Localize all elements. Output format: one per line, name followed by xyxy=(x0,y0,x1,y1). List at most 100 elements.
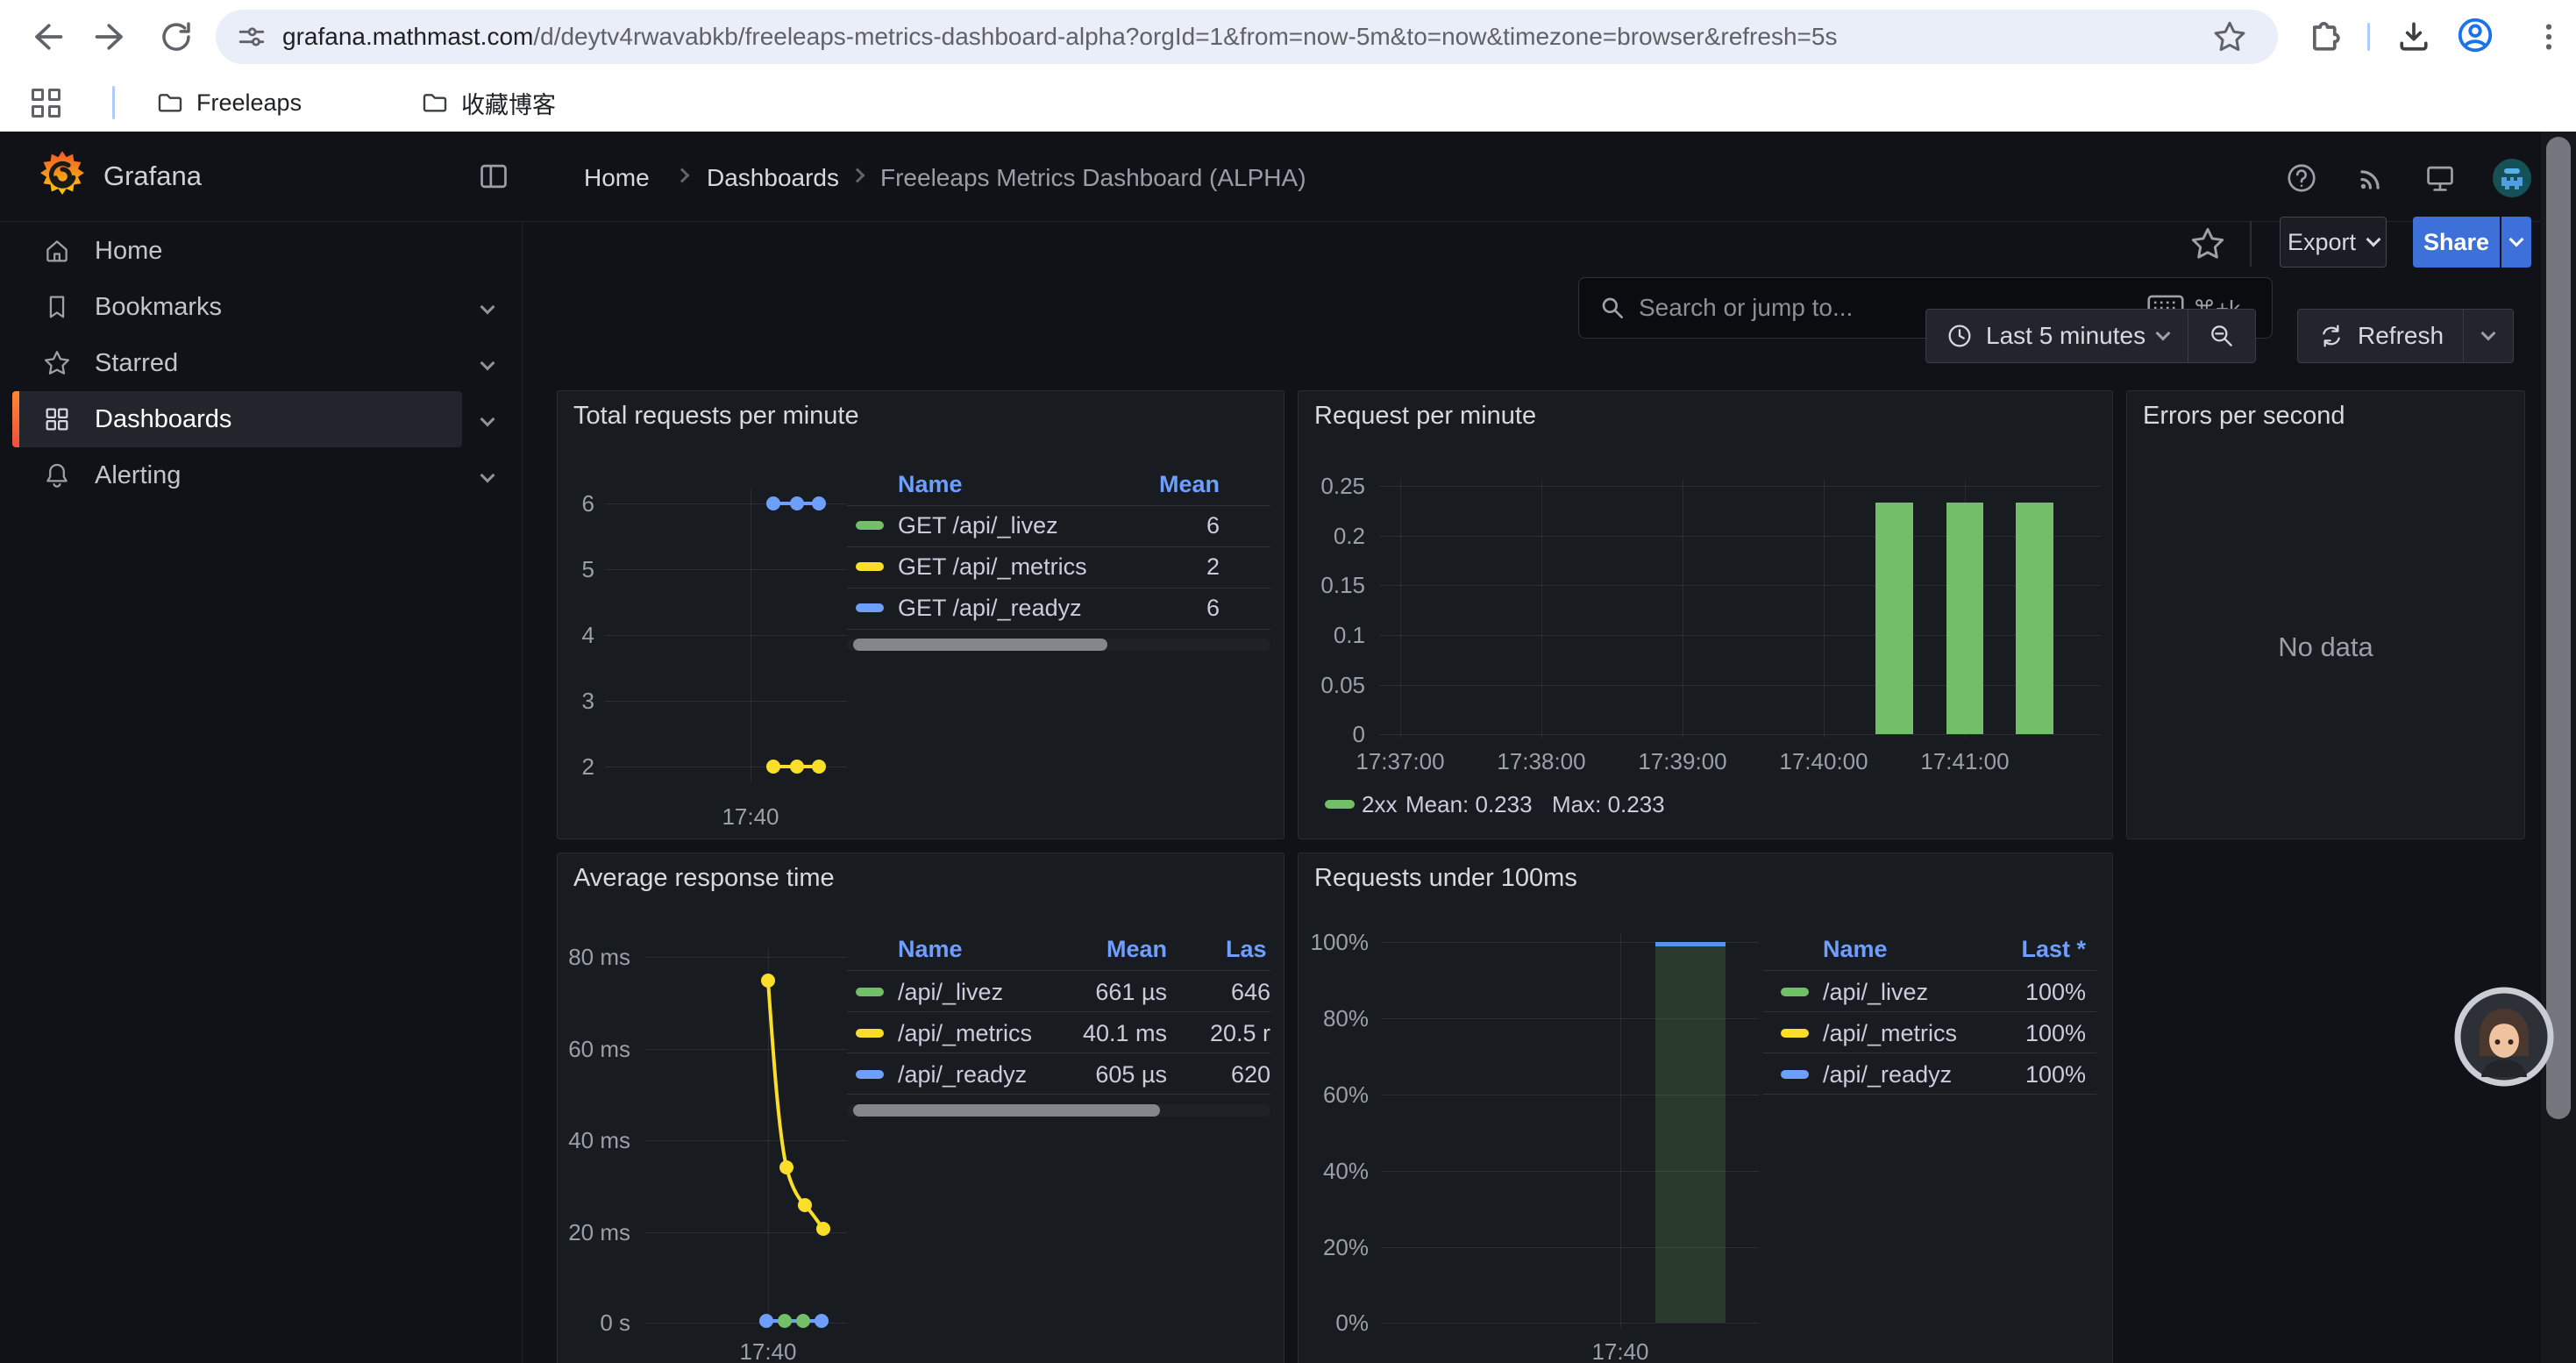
series-color-pill xyxy=(1781,1070,1809,1079)
share-menu-button[interactable] xyxy=(2501,217,2531,268)
browser-menu-icon[interactable] xyxy=(2529,17,2569,57)
refresh-controls: Refresh xyxy=(2297,309,2514,363)
x-tick: 17:40:00 xyxy=(1762,748,1885,775)
bookmark-freeleaps[interactable]: Freeleaps xyxy=(156,86,302,119)
y-tick: 0% xyxy=(1299,1309,1369,1337)
data-point xyxy=(796,1314,810,1328)
url-bar[interactable]: grafana.mathmast.com/d/deytv4rwavabkb/fr… xyxy=(216,10,2278,64)
bookmark-blogs[interactable]: 收藏博客 xyxy=(421,86,556,119)
panel-title[interactable]: Average response time xyxy=(573,864,835,893)
gridline xyxy=(1379,536,2101,537)
panel-title[interactable]: Errors per second xyxy=(2143,402,2345,431)
back-icon[interactable] xyxy=(26,17,67,57)
extensions-icon[interactable] xyxy=(2302,17,2343,57)
table-header-name[interactable]: Name xyxy=(1823,936,1888,963)
star-icon xyxy=(42,348,72,378)
series-name: /api/_metrics xyxy=(1823,1020,1957,1047)
assistant-avatar-button[interactable] xyxy=(2453,986,2555,1088)
downloads-icon[interactable] xyxy=(2394,17,2434,57)
series-name: /api/_metrics xyxy=(898,1020,1032,1047)
bookmark-label: 收藏博客 xyxy=(461,86,556,120)
legend-mean: Mean: 0.233 xyxy=(1405,791,1533,818)
bookmark-star-icon[interactable] xyxy=(2211,18,2248,55)
collapse-sidebar-icon[interactable] xyxy=(477,160,510,193)
favorite-star-icon[interactable] xyxy=(2185,221,2231,267)
sidebar-item-starred[interactable]: Starred xyxy=(0,335,523,391)
page-scrollbar[interactable] xyxy=(2541,132,2576,1363)
series-name: /api/_livez xyxy=(1823,979,1928,1006)
news-rss-icon[interactable] xyxy=(2355,161,2388,195)
table-scrollbar[interactable] xyxy=(847,639,1270,651)
gridline xyxy=(1379,685,2101,686)
sidebar-item-home[interactable]: Home xyxy=(0,223,523,279)
site-settings-icon[interactable] xyxy=(237,22,267,52)
table-scrollbar[interactable] xyxy=(847,1104,1270,1117)
chevron-down-icon[interactable] xyxy=(480,412,495,427)
grafana-logo[interactable] xyxy=(37,150,88,201)
panel-title[interactable]: Total requests per minute xyxy=(573,402,859,431)
refresh-interval-button[interactable] xyxy=(2464,310,2513,362)
reload-icon[interactable] xyxy=(156,17,196,57)
gridline xyxy=(1824,479,1825,738)
help-icon[interactable] xyxy=(2285,161,2318,195)
scrollbar-thumb[interactable] xyxy=(853,1104,1160,1117)
data-point xyxy=(790,760,804,774)
folder-icon xyxy=(156,89,184,117)
export-button[interactable]: Export xyxy=(2280,217,2387,268)
chevron-down-icon[interactable] xyxy=(480,356,495,371)
bar-2xx xyxy=(1946,503,1983,734)
series-mean: 6 xyxy=(1097,512,1220,539)
user-avatar[interactable] xyxy=(2492,158,2532,198)
table-header-mean[interactable]: Mean xyxy=(1044,936,1167,963)
row-divider xyxy=(847,546,1270,547)
breadcrumb-home[interactable]: Home xyxy=(584,164,650,192)
sidebar-item-alerting[interactable]: Alerting xyxy=(0,447,523,503)
time-range-picker[interactable]: Last 5 minutes xyxy=(1926,310,2188,362)
table-header-last[interactable]: Las xyxy=(1226,936,1267,963)
scrollbar-thumb[interactable] xyxy=(853,639,1107,651)
breadcrumb-current: Freeleaps Metrics Dashboard (ALPHA) xyxy=(880,164,1306,192)
data-point xyxy=(778,1314,792,1328)
series-name: /api/_readyz xyxy=(898,1061,1027,1088)
table-header-mean[interactable]: Mean xyxy=(1097,471,1220,498)
gridline xyxy=(605,701,847,702)
search-placeholder: Search or jump to... xyxy=(1639,294,1853,322)
sidebar-item-dashboards[interactable]: Dashboards xyxy=(0,391,523,447)
series-color-pill xyxy=(1781,988,1809,996)
sidebar-item-bookmarks[interactable]: Bookmarks xyxy=(0,279,523,335)
panel-errors-per-second: Errors per second No data xyxy=(2126,390,2525,839)
breadcrumb-dashboards[interactable]: Dashboards xyxy=(707,164,839,192)
sidebar-item-label: Starred xyxy=(95,349,178,378)
series-mean: 2 xyxy=(1097,553,1220,581)
sidebar-item-label: Bookmarks xyxy=(95,293,222,322)
x-tick: 17:41:00 xyxy=(1904,748,2026,775)
apps-grid-icon[interactable] xyxy=(32,89,60,118)
table-header-name[interactable]: Name xyxy=(898,936,963,963)
share-button[interactable]: Share xyxy=(2413,217,2500,268)
table-header-name[interactable]: Name xyxy=(898,471,963,498)
y-tick: 60% xyxy=(1299,1081,1369,1109)
series-color-pill xyxy=(1781,1029,1809,1038)
y-tick: 0.05 xyxy=(1299,672,1365,699)
scrollbar-thumb[interactable] xyxy=(2546,137,2571,1119)
browser-toolbar: grafana.mathmast.com/d/deytv4rwavabkb/fr… xyxy=(0,0,2576,74)
panel-title[interactable]: Requests under 100ms xyxy=(1314,864,1577,893)
refresh-button[interactable]: Refresh xyxy=(2298,310,2463,362)
y-tick: 80% xyxy=(1299,1005,1369,1032)
legend-name: 2xx xyxy=(1362,791,1397,818)
chevron-down-icon[interactable] xyxy=(480,468,495,483)
no-data-message: No data xyxy=(2127,632,2524,663)
y-tick: 40% xyxy=(1299,1158,1369,1185)
row-divider xyxy=(847,505,1270,506)
display-icon[interactable] xyxy=(2423,161,2457,195)
y-tick: 4 xyxy=(558,622,594,649)
zoom-out-button[interactable] xyxy=(2188,310,2255,362)
chevron-down-icon[interactable] xyxy=(480,300,495,315)
row-divider xyxy=(1763,970,2096,971)
panel-title[interactable]: Request per minute xyxy=(1314,402,1536,431)
table-header-last[interactable]: Last * xyxy=(1963,936,2086,963)
profile-icon[interactable] xyxy=(2455,15,2495,55)
bar-under-100ms xyxy=(1655,942,1726,1323)
forward-icon[interactable] xyxy=(91,17,132,57)
bookmarks-bar: Freeleaps 收藏博客 xyxy=(0,74,2576,132)
